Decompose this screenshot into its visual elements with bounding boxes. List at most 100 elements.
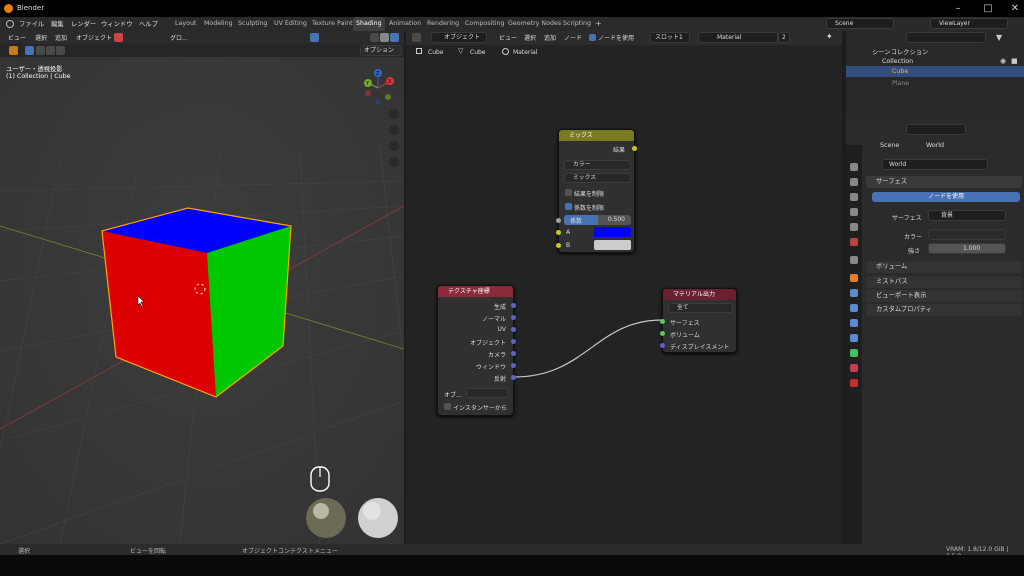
clamp-result-checkbox[interactable] [565,189,572,196]
scene-collection-label[interactable]: シーンコレクション [872,47,928,56]
tab-animation[interactable]: Animation [386,17,424,31]
world-tab-icon[interactable] [850,238,858,246]
tab-geometry-nodes[interactable]: Geometry Nodes [505,17,564,31]
clamp-factor-checkbox[interactable] [565,203,572,210]
properties-editor[interactable]: Scene World World サーフェス ノードを使用 サーフェス 背景 … [846,123,1024,544]
displacement-input-socket[interactable] [660,343,665,348]
tab-modeling[interactable]: Modeling [201,17,236,31]
reflection-socket[interactable] [511,375,516,380]
mix-node-header[interactable]: ミックス [559,130,634,141]
tab-uv-editing[interactable]: UV Editing [271,17,310,31]
particles-tab-icon[interactable] [850,304,858,312]
cube-item[interactable]: Cube [892,68,908,75]
shading-material-icon[interactable] [380,33,389,42]
cube-row[interactable]: Cube [846,66,1024,77]
volume-input-socket[interactable] [660,331,665,336]
render-tab-icon[interactable] [850,178,858,186]
strength-field[interactable]: 1.000 [928,243,1006,254]
menu-file[interactable]: ファイル [19,19,44,28]
matout-node-header[interactable]: マテリアル出力 [663,289,736,300]
select-intersect-icon[interactable] [56,46,65,55]
collection-item[interactable]: Collection [882,58,913,65]
use-nodes-button[interactable]: ノードを使用 [872,192,1020,202]
filter-icon[interactable]: ▼ [996,33,1002,42]
window-socket[interactable] [511,363,516,368]
normal-socket[interactable] [511,315,516,320]
object-field[interactable] [466,388,508,398]
custom-properties-panel[interactable]: カスタムプロパティ [866,304,1022,316]
generated-socket[interactable] [511,303,516,308]
target-select[interactable]: 全て [668,303,733,313]
texture-tab-icon[interactable] [850,379,858,387]
add-workspace-button[interactable]: + [592,17,605,31]
shader-editor[interactable]: オブジェクト ビュー 選択 追加 ノード ノードを使用 スロット1 Materi… [406,31,842,544]
menu-render[interactable]: レンダー [71,19,96,28]
a-input-socket[interactable] [556,230,561,235]
tab-scripting[interactable]: Scripting [560,17,594,31]
tab-shading[interactable]: Shading [353,17,385,31]
3d-viewport[interactable]: X Y Z ビュー 選択 追加 オブジェクト グロ... オプション ユーザー・… [0,31,404,544]
menu-help[interactable]: ヘルプ [139,19,158,28]
uv-socket[interactable] [511,327,516,332]
material-tab-icon[interactable] [850,364,858,372]
view-layer-selector[interactable]: ViewLayer [930,18,1008,29]
tab-layout[interactable]: Layout [172,17,199,31]
view-layer-tab-icon[interactable] [850,208,858,216]
constraints-tab-icon[interactable] [850,334,858,342]
color-field[interactable] [928,229,1006,240]
maximize-button[interactable]: □ [973,0,1003,17]
mix-output-socket[interactable] [632,146,637,151]
data-tab-icon[interactable] [850,349,858,357]
mix-blend-select[interactable]: ミックス [564,173,631,183]
shading-rendered-icon[interactable] [390,33,399,42]
surface-panel-header[interactable]: サーフェス [866,176,1022,188]
close-button[interactable]: ✕ [1000,0,1024,17]
transform-orientation[interactable]: グロ... [170,33,188,42]
select-extend-icon[interactable] [36,46,45,55]
output-tab-icon[interactable] [850,193,858,201]
mix-node[interactable]: ミックス 結果 カラー ミックス 結果を制限 係数を制限 係数 0.500 A … [556,129,637,253]
texture-coordinate-node[interactable]: テクスチャ座標 生成 ノーマル UV オブジェクト カメラ ウィンドウ 反射 オ… [437,285,516,416]
shading-solid-icon[interactable] [370,33,379,42]
modifier-tab-icon[interactable] [850,289,858,297]
object-mode-icon[interactable] [114,33,123,42]
tab-compositing[interactable]: Compositing [462,17,507,31]
volume-panel[interactable]: ボリューム [866,261,1022,273]
outliner[interactable]: ▼ シーンコレクション Collection Cube Plane ◉ ■ [846,31,1024,119]
tool-tab-icon[interactable] [850,163,858,171]
select-subtract-icon[interactable] [46,46,55,55]
select-box-icon[interactable] [25,46,34,55]
menu-edit[interactable]: 編集 [51,19,64,28]
collection-tab-icon[interactable] [850,256,858,264]
world-selector[interactable]: World [882,159,988,170]
viewport-menu-select[interactable]: 選択 [35,33,47,42]
eye-icon[interactable]: ◉ [1000,57,1006,65]
camera-icon[interactable]: ■ [1011,57,1018,65]
blender-menu-icon[interactable] [6,20,14,28]
object-tab-icon[interactable] [850,274,858,282]
viewport-display-panel[interactable]: ビューポート表示 [866,290,1022,302]
material-output-node[interactable]: マテリアル出力 全て サーフェス ボリューム ディスプレイスメント [660,288,737,353]
factor-input-socket[interactable] [556,218,561,223]
properties-search[interactable] [906,124,966,135]
menu-window[interactable]: ウィンドウ [101,19,132,28]
scene-tab-icon[interactable] [850,223,858,231]
select-tool-icon[interactable] [9,46,18,55]
minimize-button[interactable]: – [943,0,973,17]
tab-sculpting[interactable]: Sculpting [235,17,270,31]
viewport-options-button[interactable]: オプション [360,45,402,56]
factor-slider[interactable]: 係数 0.500 [564,215,631,225]
object-socket[interactable] [511,339,516,344]
b-color-swatch[interactable] [594,240,631,250]
mist-pass-panel[interactable]: ミストパス [866,276,1022,288]
a-color-swatch[interactable] [594,227,631,237]
surface-input-socket[interactable] [660,319,665,324]
tab-rendering[interactable]: Rendering [424,17,462,31]
texcoord-node-header[interactable]: テクスチャ座標 [438,286,513,297]
b-input-socket[interactable] [556,243,561,248]
camera-socket[interactable] [511,351,516,356]
viewport-scene[interactable]: X Y Z [0,31,404,544]
surface-value-field[interactable]: 背景 [928,210,1006,221]
tab-texture-paint[interactable]: Texture Paint [309,17,356,31]
mix-data-type-select[interactable]: カラー [564,160,631,170]
